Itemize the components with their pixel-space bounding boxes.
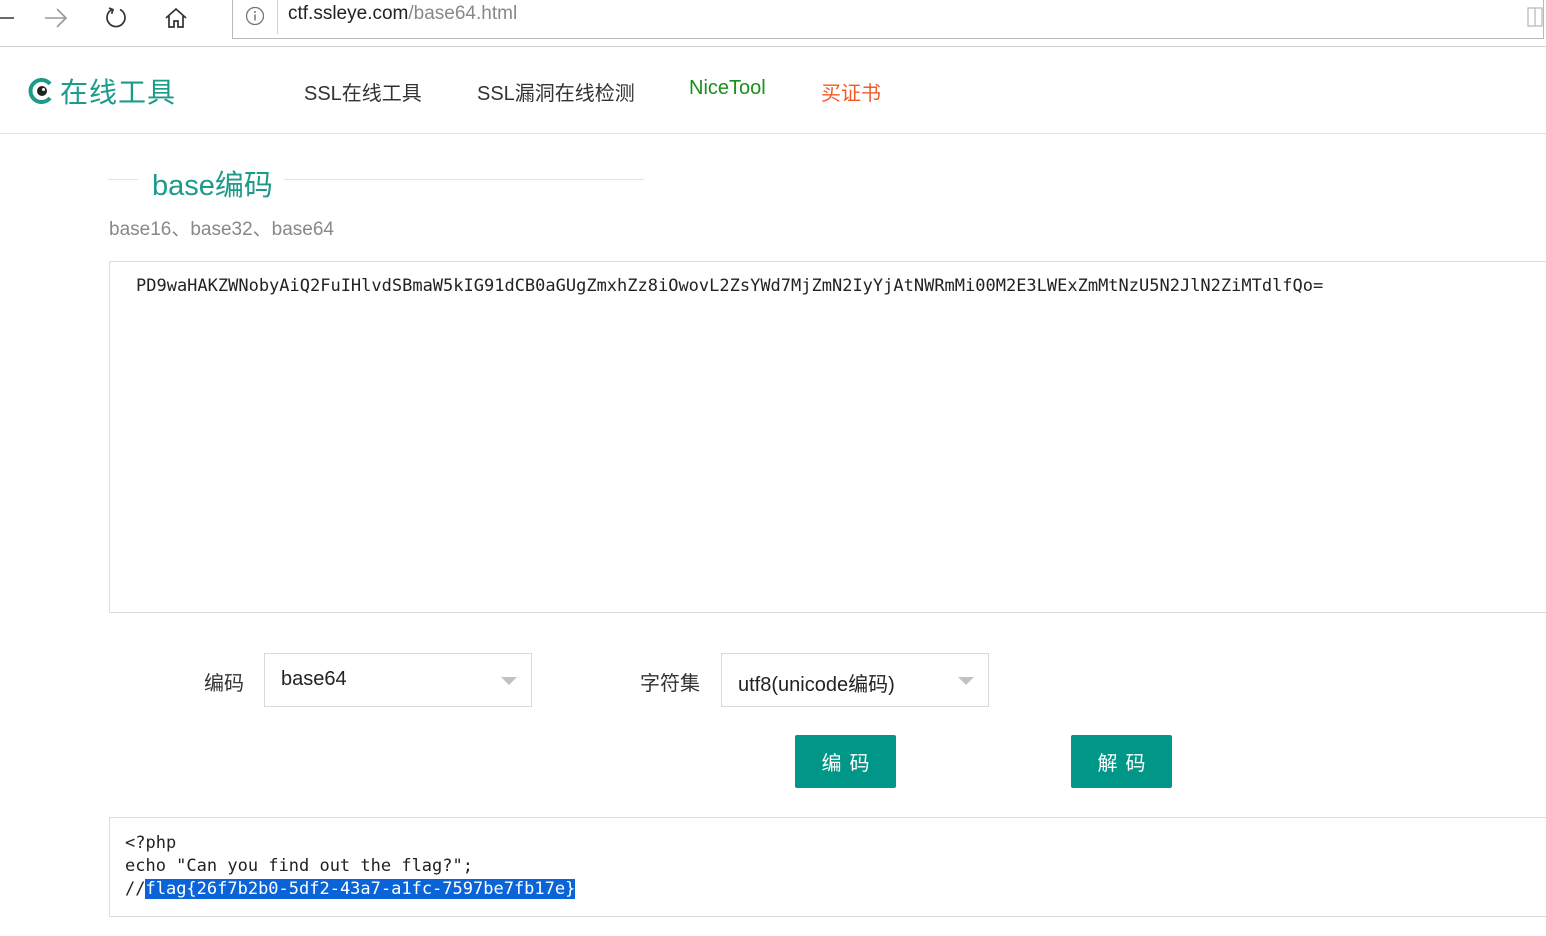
home-button[interactable] — [156, 2, 196, 34]
url-path: /base64.html — [408, 3, 518, 24]
output-line-3-prefix: // — [125, 879, 146, 899]
output-line-2: echo "Can you find out the flag?"; — [125, 856, 473, 876]
arrow-right-icon — [45, 8, 68, 28]
browser-toolbar: ctf.ssleye.com/base64.html — [0, 0, 1546, 47]
nav-buy-certificate[interactable]: 买证书 — [821, 77, 881, 106]
home-icon — [165, 7, 187, 28]
section-title-row: base编码 — [108, 160, 648, 202]
page-title: base编码 — [152, 170, 273, 202]
logo-text: 在线工具 — [60, 77, 177, 108]
back-button[interactable] — [0, 2, 26, 34]
chevron-down-icon — [958, 677, 974, 685]
url-domain: ctf.ssleye.com — [288, 3, 409, 24]
nav-ssl-tools[interactable]: SSL在线工具 — [304, 77, 422, 106]
output-textarea[interactable]: <?php echo "Can you find out the flag?";… — [109, 817, 1546, 917]
nav-nicetool[interactable]: NiceTool — [689, 77, 766, 100]
decode-button[interactable]: 解码 — [1071, 735, 1172, 788]
encoding-select[interactable]: base64 — [264, 653, 532, 707]
input-textarea[interactable]: PD9waHAKZWNobyAiQ2FuIHlvdSBmaW5kIG91dCB0… — [109, 261, 1546, 613]
info-icon[interactable] — [245, 6, 265, 26]
output-line-1: <?php — [125, 833, 177, 853]
encoding-label: 编码 — [204, 673, 244, 695]
url-text[interactable]: ctf.ssleye.com/base64.html — [288, 3, 517, 25]
charset-select[interactable]: utf8(unicode编码) — [721, 653, 989, 707]
refresh-button[interactable] — [96, 2, 136, 34]
encoding-select-value: base64 — [281, 668, 347, 690]
address-separator — [277, 0, 278, 34]
reader-view-icon[interactable] — [1527, 6, 1543, 28]
title-divider-right — [284, 179, 644, 180]
encode-button[interactable]: 编码 — [795, 735, 896, 788]
site-logo[interactable]: 在线工具 — [28, 71, 176, 111]
arrow-left-icon — [0, 17, 14, 19]
chevron-down-icon — [501, 677, 517, 685]
page-subtitle: base16、base32、base64 — [109, 219, 335, 240]
output-selected-flag: flag{26f7b2b0-5df2-43a7-a1fc-7597be7fb17… — [145, 879, 576, 899]
title-divider-left — [108, 179, 138, 180]
refresh-icon — [106, 7, 126, 28]
forward-button[interactable] — [36, 2, 76, 34]
site-header: 在线工具 SSL在线工具 SSL漏洞在线检测 NiceTool 买证书 — [0, 47, 1546, 134]
address-bar[interactable]: ctf.ssleye.com/base64.html — [232, 0, 1544, 39]
nav-ssl-vuln-scan[interactable]: SSL漏洞在线检测 — [477, 77, 635, 106]
logo-eye-icon — [28, 78, 52, 104]
charset-label: 字符集 — [640, 673, 700, 695]
charset-select-value: utf8(unicode编码) — [738, 674, 895, 696]
